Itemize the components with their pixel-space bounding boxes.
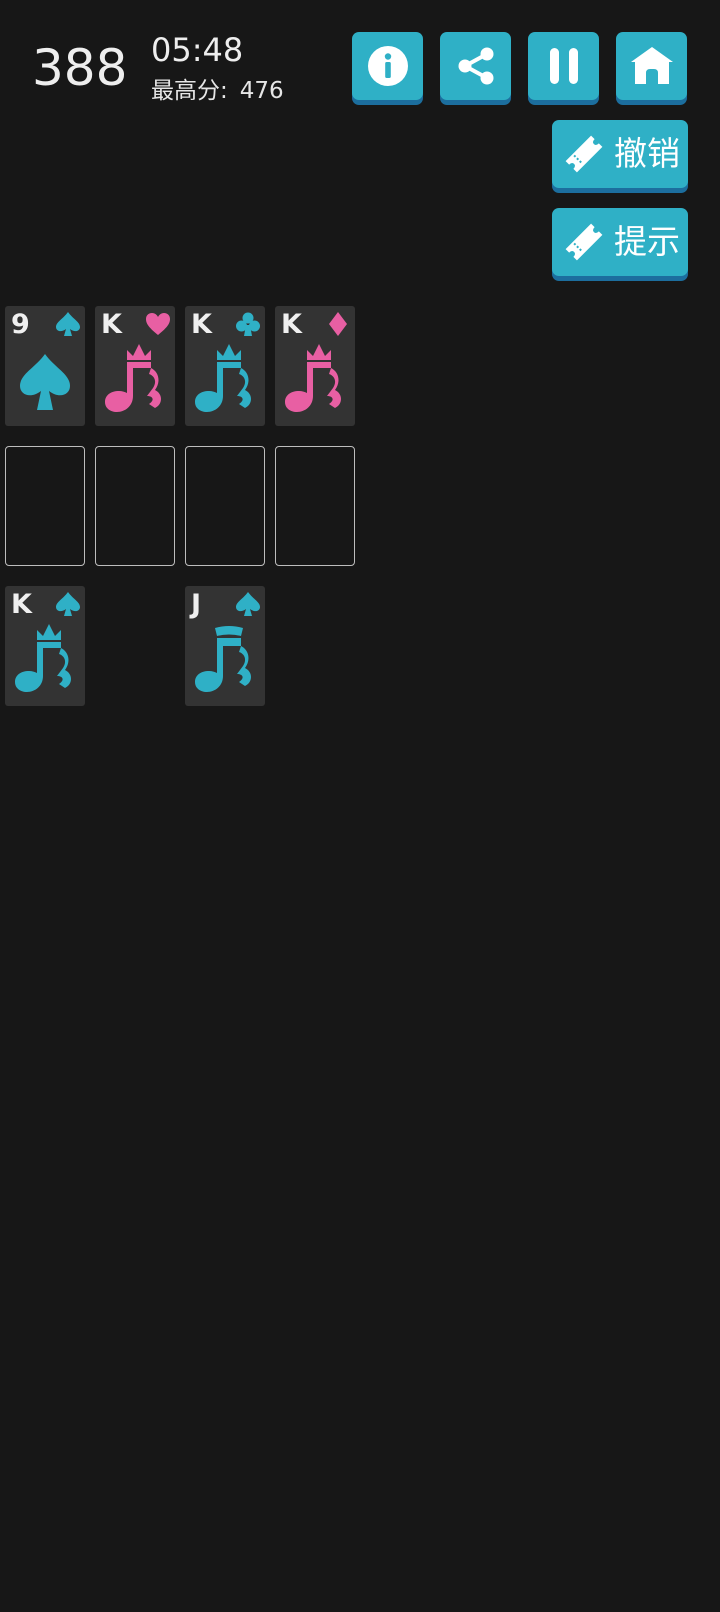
spade-icon	[236, 592, 260, 616]
card-rank: 9	[11, 309, 30, 340]
share-icon	[458, 47, 493, 85]
jack-face-icon	[195, 626, 251, 692]
tableau-card-king-spade[interactable]: K	[5, 586, 85, 706]
timer-value: 05:48	[151, 31, 244, 69]
foundation-card-heart[interactable]: K	[95, 306, 175, 426]
undo-label: 撤销	[614, 134, 680, 173]
empty-slot[interactable]	[95, 446, 175, 566]
foundation-card-diamond[interactable]: K	[275, 306, 355, 426]
home-button[interactable]	[616, 32, 687, 100]
hint-button[interactable]: 提示	[552, 208, 688, 276]
king-face-icon	[15, 624, 71, 692]
hint-label: 提示	[614, 222, 680, 261]
king-face-icon	[105, 344, 161, 412]
card-rank: K	[281, 309, 302, 340]
best-score-value: 476	[239, 78, 284, 104]
heart-icon	[146, 313, 170, 335]
empty-slot[interactable]	[185, 446, 265, 566]
king-face-icon	[285, 344, 341, 412]
card-rank: K	[11, 589, 32, 620]
spade-icon	[20, 354, 70, 410]
best-score: 最高分: 476	[151, 76, 284, 106]
spade-icon	[56, 592, 80, 616]
ticket-icon	[565, 135, 603, 173]
card-rank: K	[101, 309, 122, 340]
foundation-card-spade[interactable]: 9	[5, 306, 85, 426]
ticket-icon	[565, 223, 603, 261]
pause-button[interactable]	[528, 32, 599, 100]
spade-icon	[56, 312, 80, 336]
empty-slot[interactable]	[275, 446, 355, 566]
share-button[interactable]	[440, 32, 511, 100]
club-icon	[236, 312, 260, 336]
best-score-label: 最高分:	[151, 78, 228, 104]
king-face-icon	[195, 344, 251, 412]
info-button[interactable]	[352, 32, 423, 100]
foundation-card-club[interactable]: K	[185, 306, 265, 426]
empty-slot[interactable]	[5, 446, 85, 566]
diamond-icon	[329, 312, 347, 336]
info-icon	[367, 46, 408, 86]
tableau-card-jack-spade[interactable]: J	[185, 586, 265, 706]
card-rank: J	[191, 589, 202, 620]
home-icon	[630, 47, 673, 84]
undo-button[interactable]: 撤销	[552, 120, 688, 188]
score-value: 388	[32, 39, 128, 97]
card-rank: K	[191, 309, 212, 340]
pause-icon	[549, 48, 578, 84]
